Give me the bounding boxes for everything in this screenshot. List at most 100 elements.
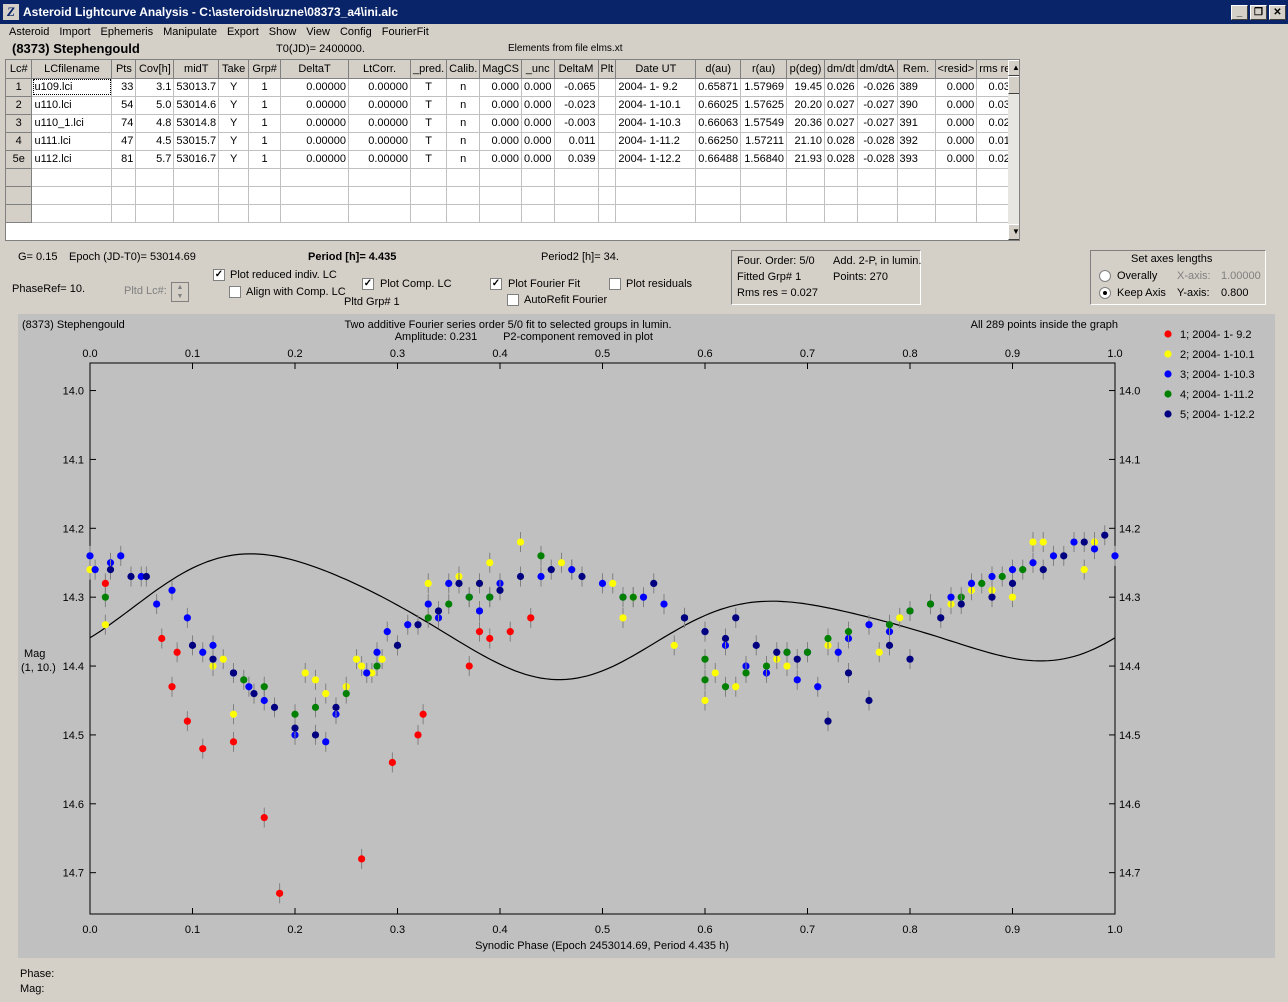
table-cell[interactable] bbox=[31, 168, 113, 187]
table-cell[interactable]: 3.1 bbox=[135, 78, 175, 97]
table-cell[interactable] bbox=[173, 204, 220, 223]
table-cell[interactable]: 389 bbox=[897, 78, 936, 97]
plot-reduced-checkbox[interactable]: ✓ bbox=[213, 269, 225, 281]
table-cell[interactable]: 3 bbox=[6, 114, 33, 133]
table-cell[interactable] bbox=[135, 204, 175, 223]
table-cell[interactable] bbox=[31, 186, 113, 205]
xaxis-value[interactable]: 1.00000 bbox=[1221, 269, 1261, 283]
table-cell[interactable]: Y bbox=[218, 150, 250, 169]
table-cell[interactable]: 53016.7 bbox=[173, 150, 220, 169]
menu-fourierfit[interactable]: FourierFit bbox=[377, 24, 434, 41]
table-cell[interactable]: 0.00000 bbox=[348, 132, 411, 151]
table-scrollbar[interactable]: ▲ ▼ bbox=[1008, 60, 1019, 240]
align-checkbox[interactable] bbox=[229, 286, 241, 298]
col-header[interactable]: p(deg) bbox=[786, 60, 826, 79]
table-cell[interactable] bbox=[740, 204, 788, 223]
table-cell[interactable]: -0.027 bbox=[857, 96, 898, 115]
table-cell[interactable]: 393 bbox=[897, 150, 936, 169]
col-header[interactable]: Pts bbox=[111, 60, 137, 79]
col-header[interactable]: Rem. bbox=[897, 60, 936, 79]
table-cell[interactable]: 0.66025 bbox=[695, 96, 742, 115]
table-cell[interactable]: 2004- 1-10.3 bbox=[615, 114, 697, 133]
menu-ephemeris[interactable]: Ephemeris bbox=[96, 24, 159, 41]
scroll-thumb[interactable] bbox=[1008, 76, 1019, 94]
table-cell[interactable]: 19.45 bbox=[786, 78, 826, 97]
table-cell[interactable]: 0.027 bbox=[824, 96, 858, 115]
table-row[interactable]: 2 u110.lci 54 5.0 53014.6 Y 1 0.00000 0.00000 Tn 0… bbox=[6, 96, 1019, 115]
table-cell[interactable] bbox=[6, 186, 33, 205]
menu-show[interactable]: Show bbox=[264, 24, 302, 41]
table-cell[interactable] bbox=[218, 186, 250, 205]
table-cell[interactable]: 0.000 bbox=[479, 132, 522, 151]
table-cell[interactable]: n bbox=[446, 132, 481, 151]
table-cell[interactable]: T bbox=[410, 114, 448, 133]
table-cell[interactable]: 1 bbox=[248, 114, 282, 133]
table-row[interactable] bbox=[6, 168, 1019, 187]
col-header[interactable]: DeltaM bbox=[554, 60, 599, 79]
table-cell[interactable]: 0.000 bbox=[521, 96, 555, 115]
menu-config[interactable]: Config bbox=[335, 24, 377, 41]
col-header[interactable]: dm/dt bbox=[824, 60, 858, 79]
table-cell[interactable] bbox=[446, 204, 481, 223]
table-cell[interactable]: 5e bbox=[6, 150, 33, 169]
table-cell[interactable]: 54 bbox=[111, 96, 137, 115]
table-cell[interactable] bbox=[348, 186, 411, 205]
table-cell[interactable] bbox=[857, 168, 898, 187]
table-cell[interactable] bbox=[598, 78, 617, 97]
table-cell[interactable] bbox=[248, 168, 282, 187]
table-cell[interactable]: 0.00000 bbox=[280, 132, 350, 151]
table-row[interactable]: 1 u109.lci 33 3.1 53013.7 Y 1 0.00000 0.00000 Tn 0… bbox=[6, 78, 1019, 97]
col-header[interactable]: d(au) bbox=[695, 60, 742, 79]
table-cell[interactable]: n bbox=[446, 96, 481, 115]
table-cell[interactable]: -0.026 bbox=[857, 78, 898, 97]
table-cell[interactable] bbox=[824, 186, 858, 205]
restore-button[interactable]: ❐ bbox=[1250, 4, 1267, 20]
table-cell[interactable]: 74 bbox=[111, 114, 137, 133]
table-cell[interactable]: 1.56840 bbox=[740, 150, 788, 169]
table-cell[interactable] bbox=[615, 168, 697, 187]
table-cell[interactable] bbox=[348, 204, 411, 223]
table-cell[interactable]: 0.000 bbox=[479, 150, 522, 169]
table-cell[interactable] bbox=[598, 150, 617, 169]
col-header[interactable]: <resid> bbox=[935, 60, 978, 79]
table-cell[interactable]: 4.5 bbox=[135, 132, 175, 151]
table-cell[interactable]: T bbox=[410, 96, 448, 115]
table-cell[interactable] bbox=[740, 186, 788, 205]
col-header[interactable]: Lc# bbox=[6, 60, 33, 79]
col-header[interactable]: Date UT bbox=[615, 60, 697, 79]
table-cell[interactable]: 5.7 bbox=[135, 150, 175, 169]
col-header[interactable]: r(au) bbox=[740, 60, 788, 79]
table-cell[interactable]: 2004- 1- 9.2 bbox=[615, 78, 697, 97]
table-cell[interactable] bbox=[786, 204, 826, 223]
table-cell[interactable]: 0.00000 bbox=[348, 78, 411, 97]
col-header[interactable]: dm/dtA bbox=[857, 60, 898, 79]
table-cell[interactable]: 0.00000 bbox=[280, 114, 350, 133]
table-cell[interactable]: u109.lci bbox=[31, 78, 113, 97]
table-cell[interactable]: u110.lci bbox=[31, 96, 113, 115]
table-cell[interactable] bbox=[6, 168, 33, 187]
table-cell[interactable] bbox=[824, 204, 858, 223]
table-cell[interactable] bbox=[598, 132, 617, 151]
table-cell[interactable]: 20.36 bbox=[786, 114, 826, 133]
table-cell[interactable] bbox=[615, 186, 697, 205]
menu-import[interactable]: Import bbox=[54, 24, 95, 41]
table-cell[interactable] bbox=[857, 186, 898, 205]
table-cell[interactable] bbox=[598, 96, 617, 115]
keep-axis-radio[interactable] bbox=[1099, 287, 1111, 299]
table-cell[interactable] bbox=[554, 204, 599, 223]
col-header[interactable]: midT bbox=[173, 60, 220, 79]
table-cell[interactable]: 0.00000 bbox=[348, 96, 411, 115]
plot-comp-checkbox[interactable]: ✓ bbox=[362, 278, 374, 290]
table-cell[interactable]: -0.023 bbox=[554, 96, 599, 115]
menu-export[interactable]: Export bbox=[222, 24, 264, 41]
table-cell[interactable]: 0.028 bbox=[824, 150, 858, 169]
table-cell[interactable] bbox=[410, 186, 448, 205]
table-cell[interactable]: 0.000 bbox=[521, 114, 555, 133]
table-cell[interactable]: 0.000 bbox=[479, 78, 522, 97]
table-cell[interactable]: T bbox=[410, 150, 448, 169]
table-cell[interactable]: 1 bbox=[6, 78, 33, 97]
menu-manipulate[interactable]: Manipulate bbox=[158, 24, 222, 41]
table-cell[interactable] bbox=[857, 204, 898, 223]
table-cell[interactable]: 2004- 1-10.1 bbox=[615, 96, 697, 115]
overally-radio[interactable] bbox=[1099, 270, 1111, 282]
